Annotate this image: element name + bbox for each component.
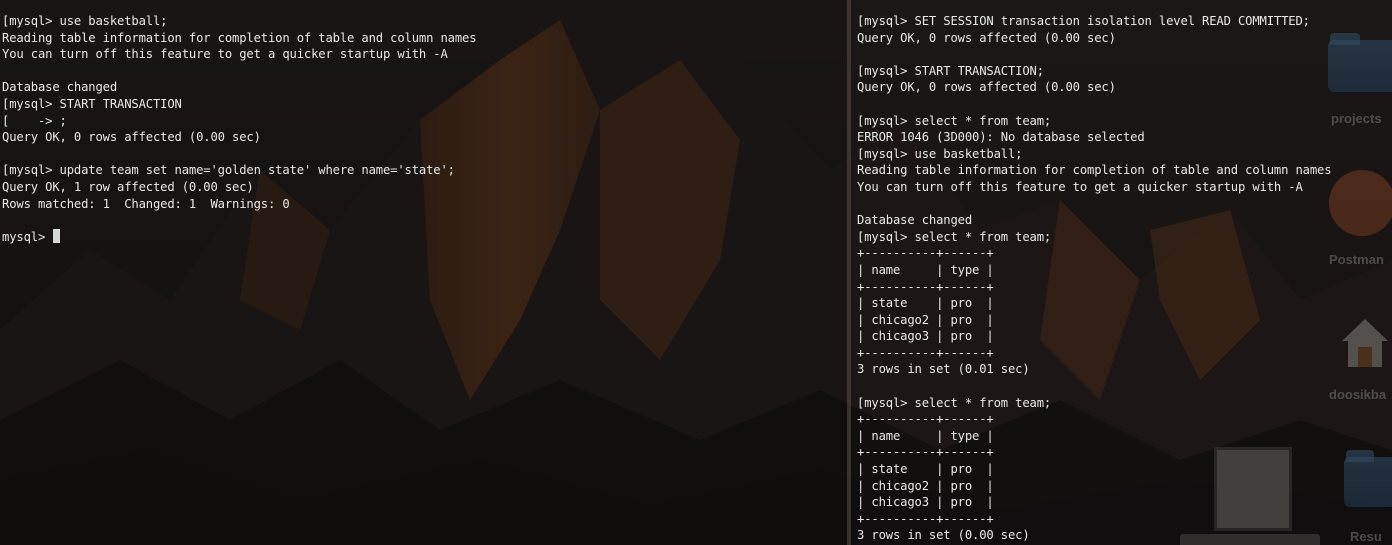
- terminal-line: [mysql> use basketball;: [2, 14, 168, 28]
- terminal-output-right[interactable]: [mysql> SET SESSION transaction isolatio…: [857, 13, 1332, 544]
- result-table-border: +----------+------+: [857, 246, 994, 261]
- terminal-line: You can turn off this feature to get a q…: [2, 47, 448, 62]
- terminal-prompt-line[interactable]: mysql>: [2, 228, 476, 246]
- terminal-prompt: mysql>: [2, 229, 53, 244]
- terminal-output-left[interactable]: [mysql> use basketball; Reading table inf…: [2, 13, 477, 246]
- result-table-row: | chicago3 | pro |: [857, 329, 994, 344]
- terminal-line: [mysql> update team set name='golden sta…: [2, 163, 455, 178]
- terminal-line: [mysql> select * from team;: [857, 113, 1052, 128]
- terminal-line: Database changed: [2, 80, 117, 95]
- terminal-line: 3 rows in set (0.01 sec): [857, 362, 1030, 377]
- terminal-line: [mysql> use basketball;: [857, 146, 1023, 161]
- terminal-line: [mysql> START TRANSACTION;: [857, 63, 1044, 78]
- terminal-line: You can turn off this feature to get a q…: [857, 179, 1303, 194]
- terminal-line: [mysql> select * from team;: [857, 229, 1052, 244]
- terminal-line: Rows matched: 1 Changed: 1 Warnings: 0: [2, 196, 290, 211]
- result-table-row: | chicago2 | pro |: [857, 478, 994, 493]
- terminal-line: Query OK, 0 rows affected (0.00 sec): [857, 80, 1116, 95]
- result-table-header: | name | type |: [857, 262, 994, 277]
- terminal-line: Query OK, 0 rows affected (0.00 sec): [857, 30, 1116, 45]
- terminal-line: Query OK, 0 rows affected (0.00 sec): [2, 130, 261, 145]
- terminal-cursor: [53, 228, 61, 243]
- terminal-line: [ -> ;: [2, 113, 67, 128]
- result-table-border: +----------+------+: [857, 345, 994, 360]
- result-table-row: | state | pro |: [857, 462, 994, 477]
- terminal-line: ERROR 1046 (3D000): No database selected: [857, 130, 1145, 145]
- terminal-line: Reading table information for completion…: [857, 163, 1332, 178]
- result-table-header: | name | type |: [857, 428, 994, 443]
- terminal-line: [mysql> SET SESSION transaction isolatio…: [857, 14, 1310, 28]
- result-table-border: +----------+------+: [857, 279, 994, 294]
- terminal-line: [mysql> START TRANSACTION: [2, 96, 182, 111]
- result-table-border: +----------+------+: [857, 511, 994, 526]
- terminal-line: Reading table information for completion…: [2, 30, 477, 45]
- terminal-line: [mysql> select * from team;: [857, 395, 1052, 410]
- result-table-row: | chicago3 | pro |: [857, 495, 994, 510]
- terminal-line: Database changed: [857, 213, 972, 228]
- result-table-row: | chicago2 | pro |: [857, 312, 994, 327]
- result-table-border: +----------+------+: [857, 445, 994, 460]
- terminal-line: 3 rows in set (0.00 sec): [857, 528, 1030, 543]
- result-table-border: +----------+------+: [857, 412, 994, 427]
- terminal-line: Query OK, 1 row affected (0.00 sec): [2, 179, 254, 194]
- result-table-row: | state | pro |: [857, 296, 994, 311]
